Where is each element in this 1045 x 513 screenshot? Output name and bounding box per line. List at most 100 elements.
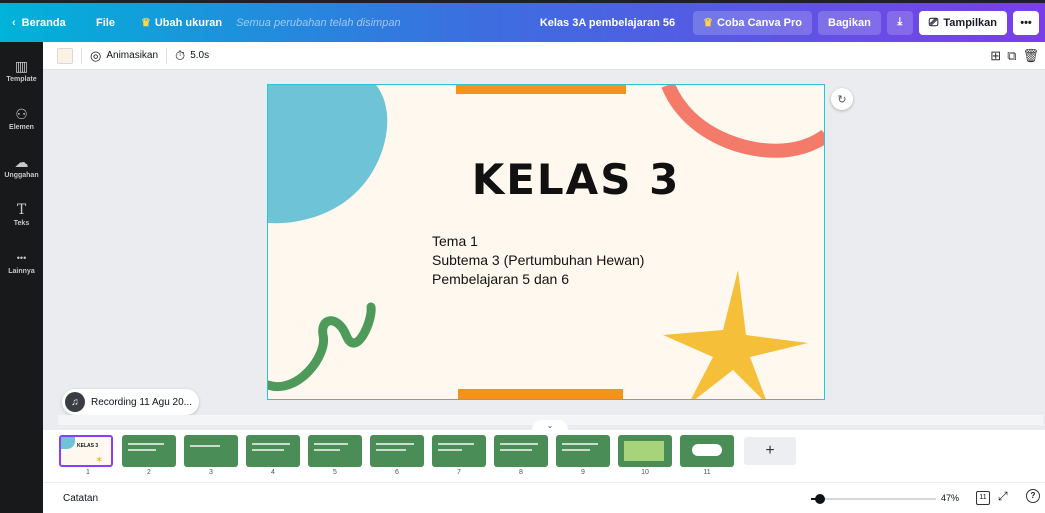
sidebar-item-label: Unggahan xyxy=(4,171,39,179)
sidebar-item-label: Lainnya xyxy=(8,267,35,275)
duration-label: 5.0s xyxy=(190,50,210,61)
divider xyxy=(166,47,168,64)
thumb-line xyxy=(500,443,538,445)
page-thumbnail[interactable] xyxy=(618,435,672,467)
crown-icon: ♛ xyxy=(703,17,714,29)
sidebar-item-label: Template xyxy=(6,75,37,83)
sidebar-item-label: Elemen xyxy=(9,123,34,131)
divider xyxy=(81,47,82,64)
duplicate-page-icon[interactable]: ⧉ xyxy=(1007,48,1016,64)
home-label: Beranda xyxy=(21,16,66,29)
sidebar-item-uploads[interactable]: ☁ Unggahan xyxy=(0,142,43,190)
present-label: Tampilkan xyxy=(943,16,997,29)
try-pro-button[interactable]: ♛ Coba Canva Pro xyxy=(693,10,812,35)
thumb-shape xyxy=(624,441,664,461)
background-color-swatch[interactable] xyxy=(57,47,73,64)
coral-arc-shape xyxy=(661,85,824,158)
page-number: 4 xyxy=(271,469,275,476)
sidebar-item-elements[interactable]: ⚇ Elemen xyxy=(0,94,43,142)
slide-line: Tema 1 xyxy=(432,233,478,249)
page-number: 6 xyxy=(395,469,399,476)
help-icon[interactable]: ? xyxy=(1026,489,1040,503)
chevron-left-icon: ‹ xyxy=(12,16,16,29)
animate-button[interactable]: ◎ Animasikan xyxy=(90,48,158,64)
thumb-star-icon: ✶ xyxy=(95,455,104,466)
fullscreen-icon[interactable]: ⤢ xyxy=(998,489,1008,504)
present-button[interactable]: ⎚ Tampilkan xyxy=(918,10,1007,35)
slide-canvas[interactable]: KELAS 3 Tema 1 Subtema 3 (Pertumbuhan He… xyxy=(267,84,825,400)
more-dots-icon: ••• xyxy=(16,252,27,263)
file-menu-button[interactable]: File xyxy=(96,3,115,42)
slide-line: Pembelajaran 5 dan 6 xyxy=(432,271,569,287)
download-button[interactable]: ⤓ xyxy=(886,10,913,35)
page-thumbnail[interactable] xyxy=(370,435,424,467)
page-number: 8 xyxy=(519,469,523,476)
try-pro-label: Coba Canva Pro xyxy=(717,16,802,29)
recording-label: Recording 11 Agu 20... xyxy=(91,396,192,408)
page-number: 10 xyxy=(641,469,649,476)
page-number: 3 xyxy=(209,469,213,476)
more-options-button[interactable]: ••• xyxy=(1013,10,1039,35)
orange-bar-top xyxy=(456,85,626,94)
elements-icon: ⚇ xyxy=(15,105,28,122)
zoom-slider-knob[interactable] xyxy=(815,494,825,504)
zoom-value[interactable]: 47% xyxy=(941,493,959,503)
slide-line: Subtema 3 (Pertumbuhan Hewan) xyxy=(432,252,645,268)
home-button[interactable]: ‹ Beranda xyxy=(0,3,82,42)
sidebar-item-label: Teks xyxy=(13,219,30,227)
footer-bar: Catatan 47% 11 ⤢ ? xyxy=(43,482,1045,513)
slide-body-text[interactable]: Tema 1 Subtema 3 (Pertumbuhan Hewan) Pem… xyxy=(432,232,644,289)
regenerate-icon[interactable]: ↻ xyxy=(831,88,853,110)
page-thumbnail[interactable] xyxy=(184,435,238,467)
thumb-shape xyxy=(692,444,722,456)
page-thumbnail[interactable] xyxy=(556,435,610,467)
page-count-badge[interactable]: 11 xyxy=(976,491,990,505)
thumb-shape xyxy=(61,437,75,449)
zoom-slider[interactable] xyxy=(811,494,936,504)
thumb-line xyxy=(252,449,284,451)
page-thumbnail-strip: KELAS 3 ✶ 1 2 3 4 5 6 7 8 9 10 11 + xyxy=(43,430,1045,482)
duration-button[interactable]: ⏱ 5.0s xyxy=(175,48,209,64)
page-thumbnail[interactable]: KELAS 3 ✶ xyxy=(59,435,113,467)
thumb-line xyxy=(190,445,220,447)
sidebar-item-text[interactable]: T Teks xyxy=(0,190,43,238)
resize-button[interactable]: ♛ Ubah ukuran xyxy=(141,3,222,42)
crown-icon: ♛ xyxy=(140,17,151,29)
slide-title[interactable]: KELAS 3 xyxy=(268,155,824,204)
notes-button[interactable]: Catatan xyxy=(63,493,98,504)
top-bar: ‹ Beranda File ♛ Ubah ukuran Semua perub… xyxy=(0,0,1045,42)
left-sidebar: ▥ Template ⚇ Elemen ☁ Unggahan T Teks ••… xyxy=(0,42,43,513)
thumb-line xyxy=(438,449,462,451)
trash-icon[interactable]: 🗑 xyxy=(1022,48,1039,64)
text-icon: T xyxy=(16,201,27,218)
animate-label: Animasikan xyxy=(106,50,159,61)
editor-toolbar: ◎ Animasikan ⏱ 5.0s ⊞ ⧉ 🗑 xyxy=(43,42,1045,70)
page-thumbnail[interactable] xyxy=(246,435,300,467)
thumb-line xyxy=(128,449,156,451)
sidebar-item-template[interactable]: ▥ Template xyxy=(0,46,43,94)
add-page-icon[interactable]: ⊞ xyxy=(990,48,1001,64)
page-thumbnail[interactable] xyxy=(308,435,362,467)
thumb-line xyxy=(562,443,598,445)
thumb-line xyxy=(376,449,406,451)
thumb-line xyxy=(252,443,290,445)
page-thumbnail[interactable] xyxy=(494,435,548,467)
timer-icon: ⏱ xyxy=(175,47,186,63)
page-thumbnail[interactable] xyxy=(680,435,734,467)
page-thumbnail[interactable] xyxy=(432,435,486,467)
green-squiggle-shape xyxy=(268,302,376,392)
download-icon: ⤓ xyxy=(897,16,903,28)
share-button[interactable]: Bagikan xyxy=(818,10,881,35)
page-number: 11 xyxy=(703,469,711,476)
sidebar-item-more[interactable]: ••• Lainnya xyxy=(0,238,43,286)
save-status: Semua perubahan telah disimpan xyxy=(236,16,401,29)
page-thumbnail[interactable] xyxy=(122,435,176,467)
document-title[interactable]: Kelas 3A pembelajaran 56 xyxy=(540,3,675,42)
thumb-line xyxy=(562,449,590,451)
page-number: 9 xyxy=(581,469,585,476)
recording-pill[interactable]: ♫ Recording 11 Agu 20... xyxy=(62,389,199,415)
thumb-line xyxy=(376,443,414,445)
add-page-button[interactable]: + xyxy=(744,437,796,465)
page-number: 7 xyxy=(457,469,461,476)
yellow-star-shape xyxy=(663,270,808,399)
